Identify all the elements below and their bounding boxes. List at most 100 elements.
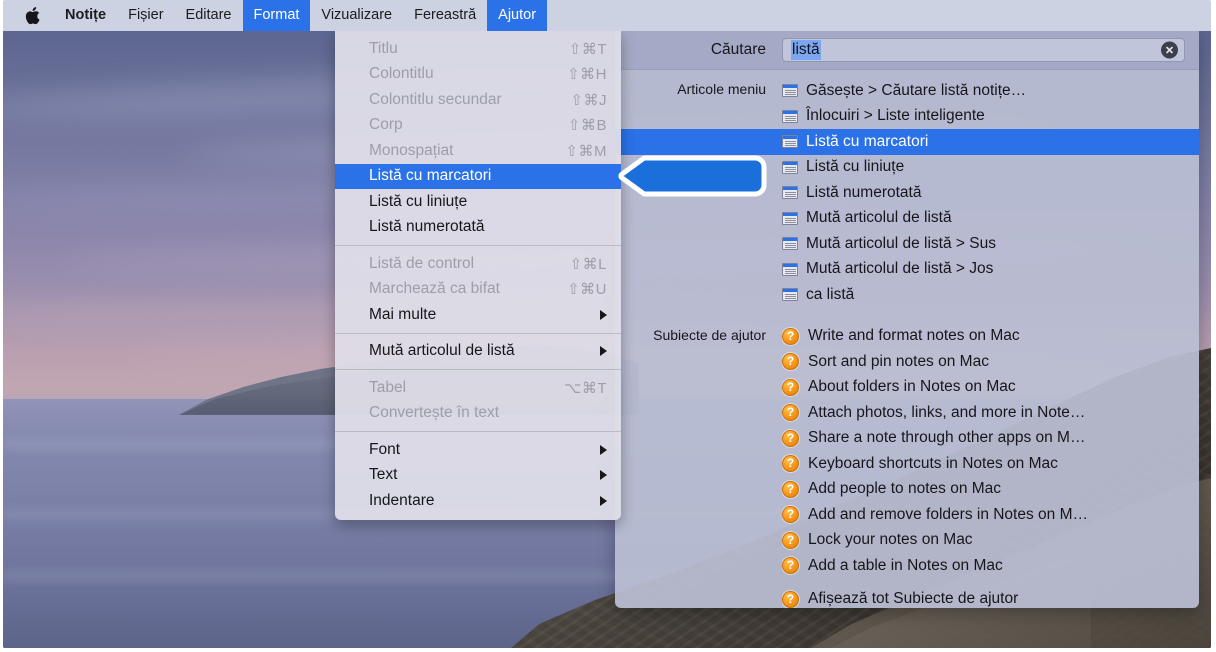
format-menu-item-label: Text	[369, 466, 398, 484]
apple-logo-icon[interactable]	[21, 6, 54, 25]
help-result-row[interactable]: Mută articolul de listă	[782, 206, 1199, 232]
menu-item-icon	[782, 262, 798, 276]
help-result-row[interactable]: ? Add a table in Notes on Mac	[782, 553, 1199, 579]
format-menu-item[interactable]: Listă numerotată	[335, 215, 621, 241]
help-section-label: Subiecte de ajutor	[653, 326, 766, 343]
format-menu-item: Corp ⇧⌘B	[335, 113, 621, 139]
keyboard-shortcut: ⇧⌘T	[568, 40, 607, 58]
format-menu-item-label: Corp	[369, 116, 403, 134]
help-question-icon: ?	[782, 353, 799, 371]
menu-separator	[335, 245, 621, 246]
help-result-row[interactable]: ? Share a note through other apps on M…	[782, 426, 1199, 452]
format-menu-item: Convertește în text	[335, 401, 621, 427]
help-result-row[interactable]: ? Attach photos, links, and more in Note…	[782, 400, 1199, 426]
help-result-label: Lock your notes on Mac	[808, 531, 973, 549]
help-result-label: Mută articolul de listă	[806, 209, 952, 227]
format-menu-item[interactable]: Text	[335, 463, 621, 489]
help-result-label: Keyboard shortcuts in Notes on Mac	[808, 454, 1058, 472]
help-section: Subiecte de ajutor? Write and format note…	[615, 324, 1199, 609]
help-result-row[interactable]: Listă numerotată	[782, 180, 1199, 206]
menu-item-icon	[782, 84, 798, 98]
menu-separator	[335, 332, 621, 334]
menu-item-icon	[782, 186, 798, 200]
search-input-value: listă	[791, 40, 821, 60]
help-result-row[interactable]: Mută articolul de listă > Jos	[782, 257, 1199, 283]
help-result-label: Listă cu marcatori	[806, 132, 929, 150]
format-menu-item: Colontitlu ⇧⌘H	[335, 62, 621, 88]
help-result-row[interactable]: ? Keyboard shortcuts in Notes on Mac	[782, 451, 1199, 477]
submenu-chevron-right-icon	[600, 309, 607, 320]
format-menu-item-label: Colontitlu	[369, 65, 434, 83]
clear-search-icon[interactable]	[1161, 41, 1178, 59]
menu-item-icon	[782, 211, 798, 225]
format-menu-item-label: Titlu	[369, 39, 398, 57]
format-menu-item-label: Font	[369, 440, 401, 458]
help-question-icon: ?	[782, 455, 799, 473]
menubar-item-fiier[interactable]: Fișier	[117, 0, 174, 31]
help-result-label: Înlocuiri > Liste inteligente	[806, 107, 985, 125]
format-menu-item[interactable]: Listă cu marcatori	[335, 163, 621, 189]
format-menu-item: Listă de control ⇧⌘L	[335, 251, 621, 277]
menu-separator	[335, 431, 621, 432]
menubar-item-vizualizare[interactable]: Vizualizare	[310, 0, 403, 31]
format-menu-item[interactable]: Listă cu liniuțe	[335, 189, 621, 215]
help-question-icon: ?	[782, 378, 799, 396]
help-result-row[interactable]: Listă cu marcatori	[615, 129, 1199, 155]
help-search-panel[interactable]: Căutare listă Articole meniu Găsește > Că…	[615, 31, 1199, 608]
help-question-icon: ?	[782, 404, 799, 422]
keyboard-shortcut: ⇧⌘L	[569, 255, 607, 273]
format-menu-item: Marchează ca bifat ⇧⌘U	[335, 277, 621, 303]
help-result-label: Add and remove folders in Notes on M…	[808, 505, 1088, 523]
help-result-row[interactable]: ca listă	[782, 282, 1199, 308]
menu-item-icon	[782, 109, 798, 123]
search-input[interactable]: listă	[782, 38, 1185, 62]
format-dropdown-menu[interactable]: Titlu ⇧⌘T Colontitlu ⇧⌘H Colontitlu secundar…	[335, 31, 621, 520]
format-menu-item-label: Listă cu marcatori	[369, 167, 492, 185]
help-result-label: Write and format notes on Mac	[808, 327, 1020, 345]
help-question-icon: ?	[782, 590, 799, 608]
format-menu-item-label: Indentare	[369, 491, 435, 509]
format-menu-item[interactable]: Font	[335, 437, 621, 463]
search-label: Căutare	[710, 41, 766, 58]
menu-item-icon	[782, 160, 798, 174]
menubar-item-notie[interactable]: Notițe	[54, 0, 117, 31]
help-result-row[interactable]: ? Sort and pin notes on Mac	[782, 349, 1199, 375]
help-result-row[interactable]: ? Lock your notes on Mac	[782, 528, 1199, 554]
window-frame: Notițe Fișier Editare Format Vizualizare Fere…	[3, 0, 1211, 648]
format-menu-item-label: Mută articolul de listă	[369, 342, 515, 360]
format-menu-item-label: Listă cu liniuțe	[369, 192, 468, 210]
help-result-label: Mută articolul de listă > Sus	[806, 234, 996, 252]
format-menu-item-label: Listă numerotată	[369, 218, 485, 236]
help-section-rows: Găsește > Căutare listă notițe… Înlocuiri…	[615, 78, 1199, 308]
help-result-row[interactable]: ? Write and format notes on Mac	[782, 324, 1199, 350]
help-question-icon: ?	[782, 327, 799, 345]
help-search-bar: Căutare listă	[615, 31, 1199, 70]
help-result-label: ca listă	[806, 285, 855, 303]
menubar-item-format[interactable]: Format	[242, 0, 311, 31]
menubar-item-editare[interactable]: Editare	[175, 0, 243, 31]
format-menu-item[interactable]: Mai multe	[335, 302, 621, 328]
help-result-label: Attach photos, links, and more in Note…	[808, 403, 1086, 421]
format-menu-item[interactable]: Indentare	[335, 488, 621, 514]
help-result-label: Sort and pin notes on Mac	[808, 352, 989, 370]
menu-bar: Notițe Fișier Editare Format Vizualizare Fere…	[3, 0, 1211, 31]
format-menu-item: Titlu ⇧⌘T	[335, 36, 621, 62]
help-result-row[interactable]: Mută articolul de listă > Sus	[782, 231, 1199, 257]
help-result-row[interactable]: ? Add and remove folders in Notes on M…	[782, 502, 1199, 528]
help-result-label: Add people to notes on Mac	[808, 480, 1002, 498]
format-menu-item[interactable]: Mută articolul de listă	[335, 339, 621, 365]
help-question-icon: ?	[782, 506, 799, 524]
help-result-row[interactable]: ? Add people to notes on Mac	[782, 477, 1199, 503]
help-result-row[interactable]: Găsește > Căutare listă notițe…	[782, 78, 1199, 104]
keyboard-shortcut: ⌥⌘T	[564, 379, 607, 397]
format-menu-item-label: Tabel	[369, 378, 407, 396]
submenu-chevron-right-icon	[600, 444, 607, 455]
help-result-row[interactable]: Listă cu liniuțe	[782, 155, 1199, 181]
menubar-item-fereastr[interactable]: Fereastră	[403, 0, 487, 31]
menubar-item-ajutor[interactable]: Ajutor	[487, 0, 548, 31]
show-all-help-topics-row[interactable]: ? Afișează tot Subiecte de ajutor	[782, 587, 1199, 609]
submenu-chevron-right-icon	[600, 470, 607, 481]
help-result-row[interactable]: ? About folders in Notes on Mac	[782, 375, 1199, 401]
help-result-row[interactable]: Înlocuiri > Liste inteligente	[782, 104, 1199, 130]
help-results-list[interactable]: Articole meniu Găsește > Căutare listă no…	[615, 78, 1199, 608]
